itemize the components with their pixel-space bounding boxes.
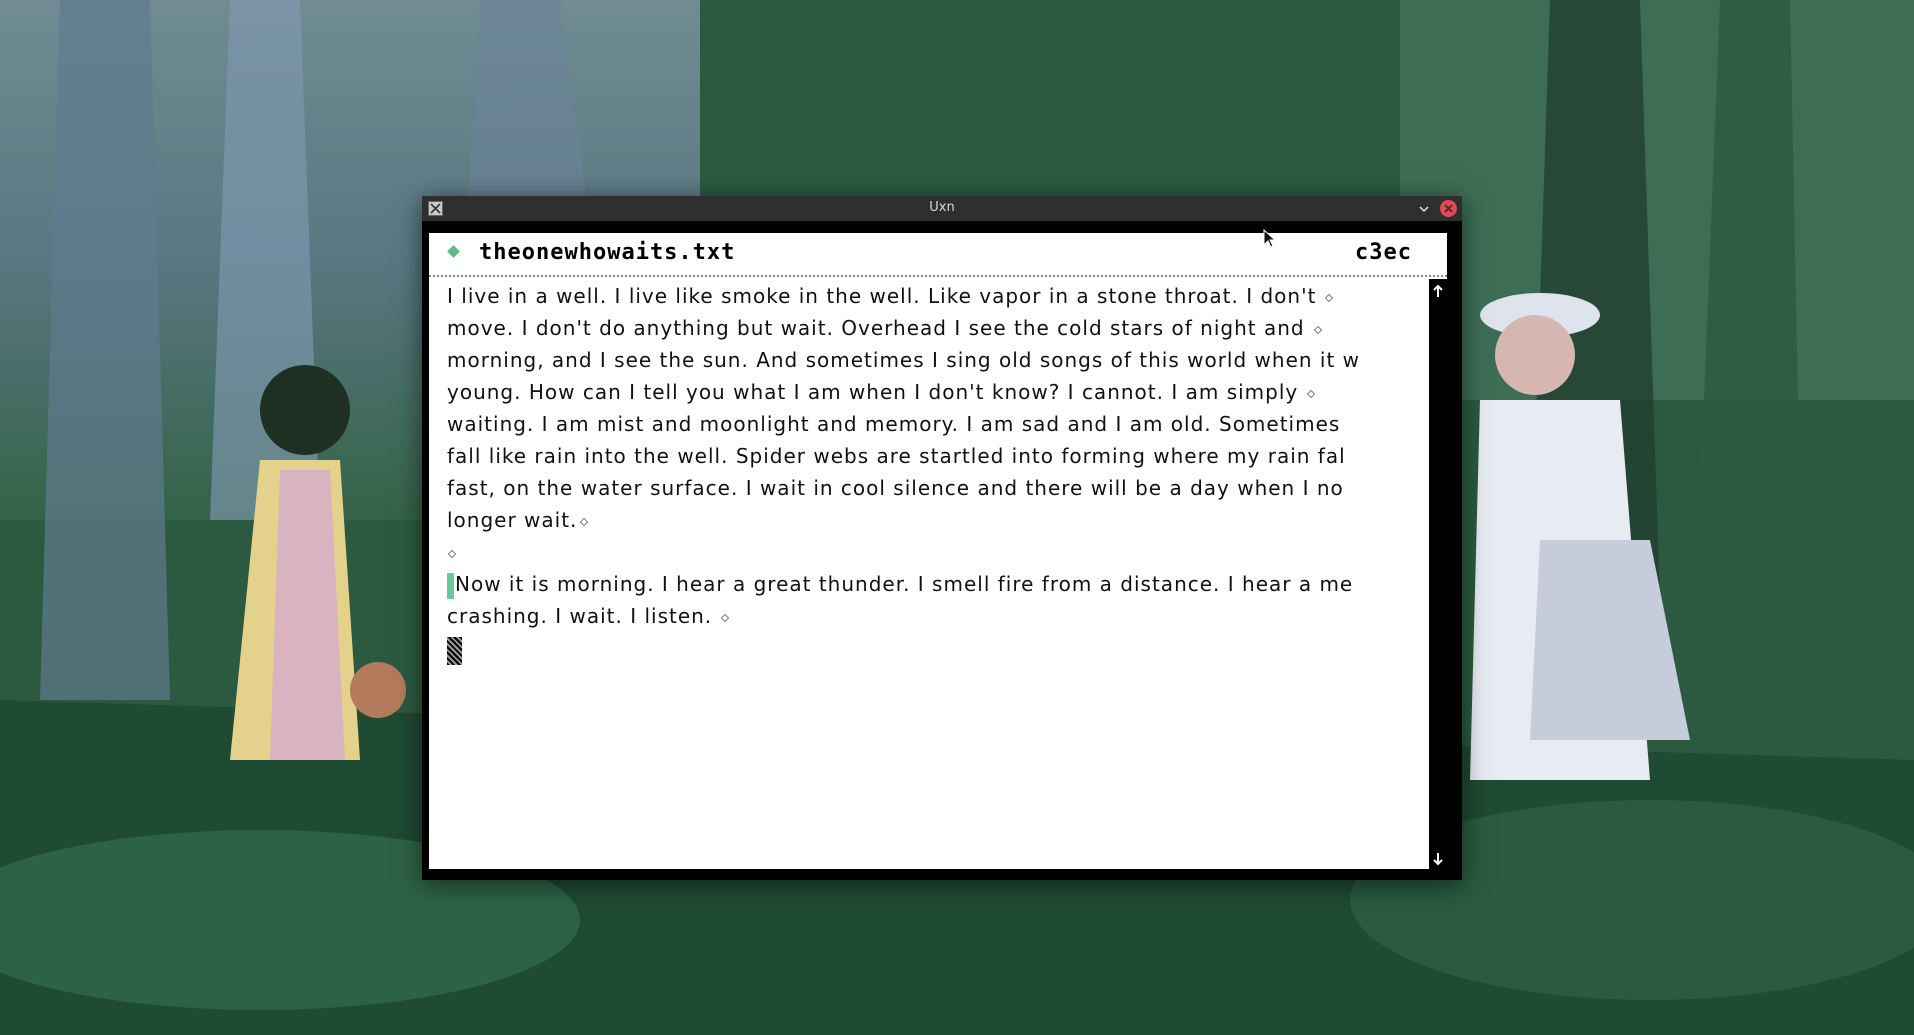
- newline-marker-icon: [1306, 389, 1316, 398]
- text-line: I live in a well. I live like smoke in t…: [447, 281, 1334, 311]
- editor-content: theonewhowaits.txt c3ec I live in a well…: [429, 233, 1447, 869]
- uxn-window: Uxn theonewhowaits.txt c3ec I live in a …: [422, 196, 1462, 880]
- scroll-down-arrow-icon[interactable]: [1431, 851, 1445, 866]
- scrollbar[interactable]: [1429, 279, 1447, 869]
- text-line: move. I don't do anything but wait. Over…: [447, 313, 1322, 343]
- text-cursor: [447, 637, 462, 665]
- modified-indicator-icon: [447, 245, 460, 258]
- text-line: Now it is morning. I hear a great thunde…: [447, 569, 1353, 599]
- text-line: [447, 537, 457, 567]
- text-line: fast, on the water surface. I wait in co…: [447, 476, 1344, 500]
- selection-cursor: [447, 572, 454, 599]
- newline-marker-icon: [447, 549, 457, 558]
- text-line: fall like rain into the well. Spider web…: [447, 444, 1346, 468]
- text-area[interactable]: I live in a well. I live like smoke in t…: [429, 279, 1429, 869]
- newline-marker-icon: [580, 517, 589, 526]
- text-line: waiting. I am mist and moonlight and mem…: [447, 412, 1341, 436]
- editor-header: theonewhowaits.txt c3ec: [429, 233, 1447, 277]
- scroll-up-arrow-icon[interactable]: [1431, 283, 1445, 297]
- text-line: young. How can I tell you what I am when…: [447, 377, 1316, 407]
- close-icon[interactable]: [1440, 200, 1457, 217]
- newline-marker-icon: [720, 613, 730, 622]
- file-name[interactable]: theonewhowaits.txt: [479, 240, 735, 265]
- newline-marker-icon: [1325, 293, 1334, 302]
- text-line: longer wait.: [447, 505, 589, 535]
- text-line: morning, and I see the sun. And sometime…: [447, 348, 1361, 372]
- text-line: crashing. I wait. I listen.: [447, 601, 730, 631]
- newline-marker-icon: [1313, 325, 1322, 334]
- mouse-pointer-icon: [1263, 229, 1277, 248]
- minimize-icon[interactable]: [1416, 201, 1432, 217]
- window-titlebar[interactable]: Uxn: [422, 196, 1462, 221]
- file-hash: c3ec: [1355, 240, 1412, 265]
- window-title: Uxn: [929, 200, 955, 215]
